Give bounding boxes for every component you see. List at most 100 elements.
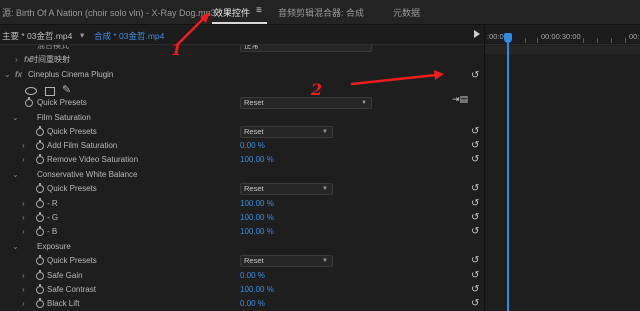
- play-icon[interactable]: [474, 30, 480, 38]
- b-row: › - B 100.00 % ↺: [0, 225, 484, 239]
- tab-effect-controls[interactable]: 效果控件: [214, 6, 250, 19]
- group-label: Conservative White Balance: [37, 170, 138, 179]
- collapse-chevron-icon[interactable]: ⌄: [12, 111, 19, 125]
- param-value[interactable]: 100.00 %: [240, 153, 274, 167]
- reset-icon[interactable]: ↺: [471, 197, 479, 211]
- reset-icon[interactable]: ↺: [471, 69, 479, 83]
- sequence-clip-tab[interactable]: 合成 * 03金哲.mp4: [94, 30, 164, 42]
- dropdown-value: Reset: [244, 98, 264, 107]
- param-value[interactable]: 0.00 %: [240, 269, 265, 283]
- stopwatch-icon[interactable]: [36, 284, 44, 294]
- expand-chevron-icon[interactable]: ›: [22, 211, 25, 225]
- stopwatch-icon[interactable]: [36, 140, 44, 150]
- expand-chevron-icon[interactable]: ›: [22, 269, 25, 283]
- reset-icon[interactable]: ↺: [471, 269, 479, 283]
- reset-icon[interactable]: ↺: [471, 211, 479, 225]
- collapse-chevron-icon[interactable]: ⌄: [12, 168, 19, 182]
- panel-menu-icon[interactable]: ≡: [256, 5, 262, 16]
- stopwatch-icon[interactable]: [36, 226, 44, 236]
- reset-icon[interactable]: ↺: [471, 182, 479, 196]
- param-value[interactable]: 100.00 %: [240, 225, 274, 239]
- effect-timeline[interactable]: :00:00 00:00:30:00 00:: [484, 25, 640, 311]
- stopwatch-icon[interactable]: [36, 183, 44, 193]
- reset-icon[interactable]: ↺: [471, 225, 479, 239]
- chevron-down-icon: ▼: [322, 129, 328, 135]
- reset-icon[interactable]: ↺: [471, 139, 479, 153]
- expand-chevron-icon[interactable]: ›: [22, 197, 25, 211]
- rectangle-mask-icon[interactable]: [45, 87, 55, 96]
- stopwatch-icon[interactable]: [36, 126, 44, 136]
- reset-icon[interactable]: ↺: [471, 153, 479, 167]
- ruler-tick: [597, 38, 598, 43]
- plugin-name: Cineplus Cinema Plugin: [28, 70, 114, 79]
- param-value[interactable]: 100.00 %: [240, 197, 274, 211]
- group-label: Exposure: [37, 242, 71, 251]
- chevron-down-icon: ▼: [322, 186, 328, 192]
- stopwatch-icon[interactable]: [36, 270, 44, 280]
- effect-controls-list: 混合模式 正常 › fx 时间重映射 ⌄ fx Cineplus Cinema …: [0, 45, 484, 311]
- param-label: Quick Presets: [37, 98, 87, 107]
- reset-icon[interactable]: ↺: [471, 283, 479, 297]
- g-row: › - G 100.00 % ↺: [0, 211, 484, 225]
- param-value[interactable]: 0.00 %: [240, 297, 265, 311]
- param-label: - B: [47, 227, 58, 236]
- expand-chevron-icon[interactable]: ›: [22, 225, 25, 239]
- expand-chevron-icon[interactable]: ›: [22, 153, 25, 167]
- ruler-tick: [583, 38, 584, 43]
- blend-mode-dropdown[interactable]: 正常: [240, 45, 372, 52]
- chevron-down-icon: ▼: [361, 100, 367, 106]
- annotation-label-1: 1: [171, 40, 183, 59]
- blend-mode-label: 混合模式: [37, 45, 69, 50]
- collapse-chevron-icon[interactable]: ⌄: [4, 68, 11, 82]
- tab-metadata[interactable]: 元数据: [393, 6, 420, 19]
- reset-icon[interactable]: ↺: [471, 297, 479, 311]
- param-value[interactable]: 100.00 %: [240, 283, 274, 297]
- reset-icon[interactable]: ↺: [471, 125, 479, 139]
- collapse-chevron-icon[interactable]: ⌄: [12, 240, 19, 254]
- param-label: - G: [47, 213, 59, 222]
- cwb-group: ⌄ Conservative White Balance: [0, 168, 484, 182]
- expand-chevron-icon[interactable]: ›: [22, 283, 25, 297]
- master-clip-tab[interactable]: 主要 * 03金哲.mp4: [2, 30, 72, 42]
- quick-presets-dropdown[interactable]: Reset ▼: [240, 255, 333, 267]
- stopwatch-icon[interactable]: [36, 255, 44, 265]
- ellipse-mask-icon[interactable]: [25, 87, 37, 95]
- ruler-tick: [537, 38, 538, 43]
- r-row: › - R 100.00 % ↺: [0, 197, 484, 211]
- ruler-end-time: 00:: [629, 32, 640, 41]
- param-label: Black Lift: [47, 299, 80, 308]
- expand-chevron-icon[interactable]: ›: [22, 139, 25, 153]
- quick-presets-dropdown[interactable]: Reset ▼: [240, 97, 372, 109]
- panel-tab-bar: 源: Birth Of A Nation (choir solo vln) - …: [0, 0, 640, 25]
- param-value[interactable]: 0.00 %: [240, 139, 265, 153]
- stopwatch-icon[interactable]: [36, 198, 44, 208]
- param-label: Quick Presets: [47, 256, 97, 265]
- stopwatch-icon[interactable]: [36, 212, 44, 222]
- clip-selector-bar: 主要 * 03金哲.mp4 ▾ 合成 * 03金哲.mp4: [0, 25, 484, 45]
- tab-audio-clip-mixer[interactable]: 音频剪辑混合器: 合成: [278, 6, 364, 19]
- dropdown-value: Reset: [244, 184, 264, 193]
- ruler-mid-time: 00:00:30:00: [541, 32, 581, 41]
- expand-chevron-icon[interactable]: ›: [22, 297, 25, 311]
- param-label: Safe Gain: [47, 271, 83, 280]
- chevron-down-icon[interactable]: ▾: [80, 30, 84, 41]
- chevron-down-icon: ▼: [322, 258, 328, 264]
- dropdown-value: Reset: [244, 127, 264, 136]
- ruler-tick: [625, 38, 626, 43]
- tab-source[interactable]: 源: Birth Of A Nation (choir solo vln) - …: [2, 6, 216, 19]
- reset-icon[interactable]: ↺: [471, 254, 479, 268]
- quick-presets-dropdown[interactable]: Reset ▼: [240, 183, 333, 195]
- stopwatch-icon[interactable]: [36, 298, 44, 308]
- cwb-quick-presets-row: Quick Presets Reset ▼ ↺: [0, 182, 484, 196]
- stopwatch-icon[interactable]: [25, 97, 33, 107]
- fx-toggle-icon[interactable]: fx: [15, 68, 22, 82]
- dropdown-value: Reset: [244, 256, 264, 265]
- playhead-handle[interactable]: [504, 33, 512, 43]
- ruler-tick: [525, 38, 526, 43]
- plugin-header-row: ⌄ fx Cineplus Cinema Plugin ⇥▤ ↺: [0, 68, 484, 104]
- quick-presets-dropdown[interactable]: Reset ▼: [240, 126, 333, 138]
- expand-chevron-icon[interactable]: ›: [15, 53, 18, 67]
- param-value[interactable]: 100.00 %: [240, 211, 274, 225]
- pen-mask-icon[interactable]: ✎: [62, 85, 71, 96]
- stopwatch-icon[interactable]: [36, 154, 44, 164]
